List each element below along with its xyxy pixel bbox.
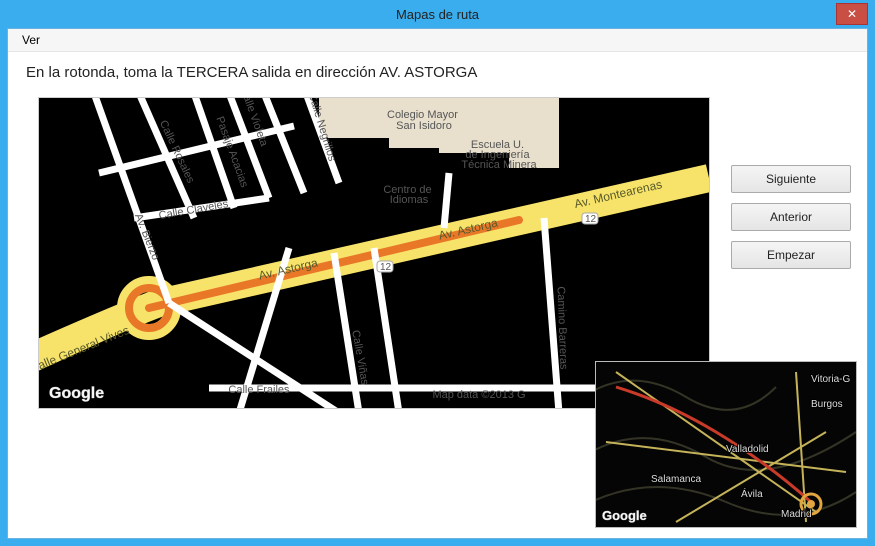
route-instruction: En la rotonda, toma la TERCERA salida en… [8, 52, 867, 87]
city-valladolid-label: Valladolid [726, 444, 769, 455]
start-button[interactable]: Empezar [731, 241, 851, 269]
google-branding: Google [49, 385, 104, 402]
poi-colegio-label: Colegio Mayor San Isidoro [387, 109, 461, 132]
poi-centro-label: Centro de Idiomas [383, 184, 434, 206]
road-badge-12a: 12 [377, 261, 393, 273]
window-title: Mapas de ruta [396, 7, 479, 22]
app-window: Mapas de ruta ✕ Ver En la rotonda, toma … [0, 0, 875, 546]
city-madrid-label: Madrid [781, 509, 812, 520]
client-area: Ver En la rotonda, toma la TERCERA salid… [7, 28, 868, 539]
city-vitoria-label: Vitoria-G [811, 374, 850, 385]
svg-text:12: 12 [380, 262, 392, 273]
menubar: Ver [8, 29, 867, 52]
map-mini[interactable]: Madrid Valladolid Salamanca Ávila Burgos… [595, 361, 857, 528]
svg-text:12: 12 [585, 214, 597, 225]
poi-escuela-label: Escuela U. de Ingeniería Técnica Minera [461, 139, 537, 171]
google-branding-mini: Google [602, 508, 647, 523]
titlebar[interactable]: Mapas de ruta ✕ [7, 0, 868, 28]
prev-button[interactable]: Anterior [731, 203, 851, 231]
close-button[interactable]: ✕ [836, 3, 868, 25]
map-attribution: Map data ©2013 G [432, 389, 525, 401]
road-badge-12b: 12 [582, 213, 598, 225]
city-avila-label: Ávila [741, 487, 763, 500]
road-frailes-label: Calle Frailes [228, 384, 290, 396]
button-column: Siguiente Anterior Empezar [731, 165, 851, 269]
city-salamanca-label: Salamanca [651, 474, 701, 485]
content-area: Siguiente Anterior Empezar [8, 87, 867, 538]
city-burgos-label: Burgos [811, 399, 843, 410]
next-button[interactable]: Siguiente [731, 165, 851, 193]
close-icon: ✕ [847, 7, 857, 21]
menu-ver[interactable]: Ver [14, 31, 48, 49]
